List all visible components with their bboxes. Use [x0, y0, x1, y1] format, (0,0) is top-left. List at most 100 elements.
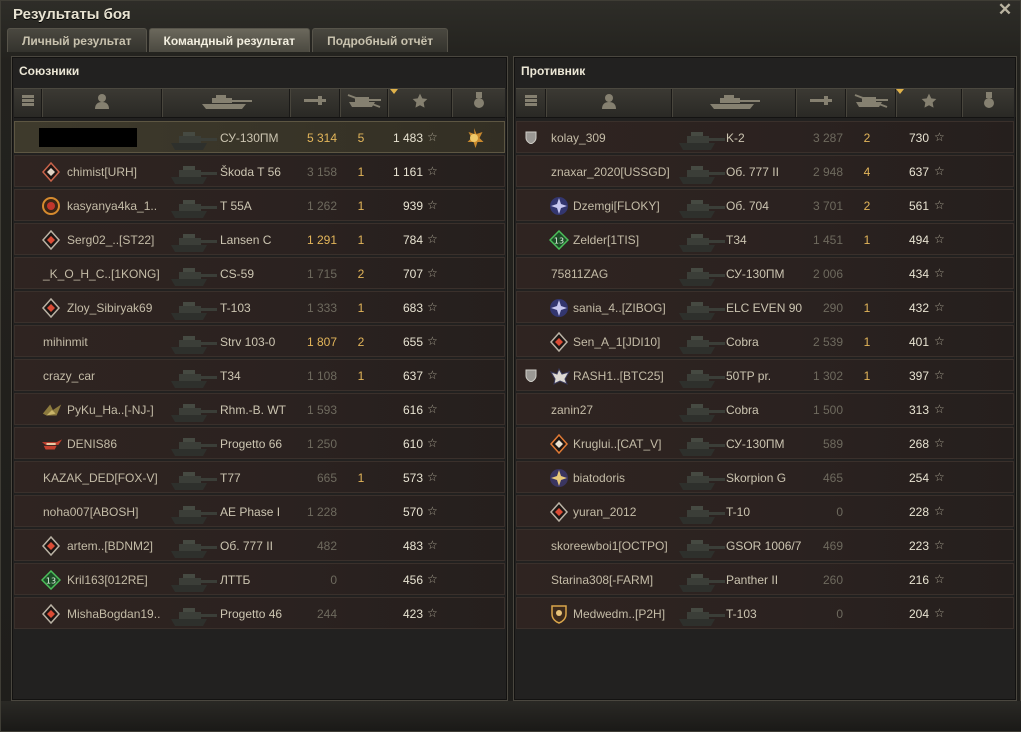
xp-star-icon: ☆ [934, 232, 945, 246]
player-row[interactable]: znaxar_2020[USSGD] Об. 777 II 2 948 4 637 ☆ [516, 155, 1014, 187]
player-row[interactable]: kolay_309 K-2 3 287 2 730 ☆ [516, 121, 1014, 153]
window-title: Результаты боя [13, 6, 131, 23]
player-row[interactable]: Starina308[-FARM] Panther II 260 216 ☆ [516, 563, 1014, 595]
player-row[interactable]: Dzemgi[FLOKY] Об. 704 3 701 2 561 ☆ [516, 189, 1014, 221]
player-name[interactable]: MishaBogdan19.. [67, 607, 160, 621]
xp-value: 313 [908, 403, 929, 417]
xp-value: 683 [402, 301, 423, 315]
player-row[interactable]: 75811ZAG СУ-130ПМ 2 006 434 ☆ [516, 257, 1014, 289]
tank-icon [675, 429, 727, 459]
player-name[interactable]: biatodoris [573, 471, 625, 485]
player-name[interactable]: KAZAK_DED[FOX-V] [43, 471, 158, 485]
player-name[interactable]: sania_4..[ZIBOG] [573, 301, 666, 315]
player-row[interactable]: RASH1..[BTC25] 50TP pr. 1 302 1 397 ☆ [516, 359, 1014, 391]
player-name[interactable]: artem..[BDNM2] [67, 539, 153, 553]
player-name[interactable]: kasyanya4ka_1.. [67, 199, 157, 213]
player-row[interactable]: skoreewboi1[OCTPO] GSOR 1006/7 469 223 ☆ [516, 529, 1014, 561]
player-name[interactable]: Kril163[012RE] [67, 573, 148, 587]
column-header-medal[interactable] [452, 89, 507, 117]
player-row[interactable]: 13 Kril163[012RE] ЛТТБ 0 456 ☆ [14, 563, 505, 595]
player-name[interactable]: Kruglui..[CAT_V] [573, 437, 661, 451]
player-row[interactable]: Sen_A_1[JDI10] Cobra 2 539 1 401 ☆ [516, 325, 1014, 357]
close-icon[interactable]: ✕ [997, 1, 1013, 18]
player-row[interactable]: Serg02_..[ST22] Lansen C 1 291 1 784 ☆ [14, 223, 505, 255]
column-header-damage[interactable] [290, 89, 340, 117]
xp-value: 254 [908, 471, 929, 485]
medal-icon [473, 91, 485, 115]
player-name[interactable]: noha007[ABOSH] [43, 505, 138, 519]
player-name[interactable]: Sen_A_1[JDI10] [573, 335, 660, 349]
platoon-icon [525, 131, 537, 145]
medal-icon[interactable] [463, 127, 485, 149]
player-name[interactable]: Medwedm..[P2H] [573, 607, 665, 621]
player-row[interactable]: Kruglui..[CAT_V] СУ-130ПМ 589 268 ☆ [516, 427, 1014, 459]
column-header-vehicle[interactable] [672, 89, 796, 117]
column-header-player[interactable] [546, 89, 672, 117]
damage-value: 1 302 [812, 369, 843, 383]
player-row[interactable]: MishaBogdan19.. Progetto 46 244 423 ☆ [14, 597, 505, 629]
column-header-player[interactable] [42, 89, 162, 117]
column-header-vehicle[interactable] [162, 89, 290, 117]
player-row[interactable]: sania_4..[ZIBOG] ELC EVEN 90 290 1 432 ☆ [516, 291, 1014, 323]
column-header-kills[interactable] [340, 89, 388, 117]
player-row[interactable]: _K_O_H_C..[1KONG] CS-59 1 715 2 707 ☆ [14, 257, 505, 289]
player-name[interactable]: crazy_car [43, 369, 95, 383]
diamond-white-icon [549, 331, 569, 353]
column-header-damage[interactable] [796, 89, 846, 117]
player-row[interactable]: Medwedm..[P2H] T-103 0 204 ☆ [516, 597, 1014, 629]
player-name[interactable]: Dzemgi[FLOKY] [573, 199, 660, 213]
player-name[interactable]: mihinmit [43, 335, 88, 349]
player-row[interactable]: PyKu_Ha..[-NJ-] Rhm.-B. WT 1 593 616 ☆ [14, 393, 505, 425]
tab-detailed-report[interactable]: Подробный отчёт [312, 28, 449, 52]
redacted-name [39, 128, 137, 147]
player-name[interactable]: skoreewboi1[OCTPO] [551, 539, 668, 553]
column-header-platoon[interactable] [14, 89, 42, 117]
player-name[interactable]: 75811ZAG [551, 267, 608, 281]
tab-team-result[interactable]: Командный результат [148, 28, 311, 52]
player-name[interactable]: Serg02_..[ST22] [67, 233, 154, 247]
player-name[interactable]: chimist[URH] [67, 165, 137, 179]
player-row[interactable]: zanin27 Cobra 1 500 313 ☆ [516, 393, 1014, 425]
player-name[interactable]: RASH1..[BTC25] [573, 369, 664, 383]
player-row[interactable]: yuran_2012 T-10 0 228 ☆ [516, 495, 1014, 527]
kills-value: 2 [863, 199, 871, 213]
sort-indicator-icon [390, 89, 398, 94]
player-row[interactable]: mihinmit Strv 103-0 1 807 2 655 ☆ [14, 325, 505, 357]
kills-value: 1 [357, 301, 365, 315]
column-header-medal[interactable] [962, 89, 1016, 117]
player-row[interactable]: Zloy_Sibiryak69 T-103 1 333 1 683 ☆ [14, 291, 505, 323]
player-name[interactable]: Zelder[1TIS] [573, 233, 639, 247]
damage-value: 1 108 [306, 369, 337, 383]
player-name[interactable]: _K_O_H_C..[1KONG] [43, 267, 160, 281]
medal-icon [983, 91, 995, 115]
tab-personal-result[interactable]: Личный результат [7, 28, 147, 52]
player-row[interactable]: noha007[ABOSH] AE Phase I 1 228 570 ☆ [14, 495, 505, 527]
xp-star-icon: ☆ [427, 606, 438, 620]
column-header-platoon[interactable] [516, 89, 546, 117]
player-name[interactable]: yuran_2012 [573, 505, 636, 519]
player-row[interactable]: artem..[BDNM2] Об. 777 II 482 483 ☆ [14, 529, 505, 561]
player-row[interactable]: DENIS86 Progetto 66 1 250 610 ☆ [14, 427, 505, 459]
platoon-icon [524, 94, 538, 112]
column-header-kills[interactable] [846, 89, 896, 117]
tank-icon [675, 225, 727, 255]
player-name[interactable]: Zloy_Sibiryak69 [67, 301, 152, 315]
column-header-xp-star[interactable] [896, 89, 962, 117]
tank-icon [675, 293, 727, 323]
player-name[interactable]: PyKu_Ha..[-NJ-] [67, 403, 154, 417]
player-name[interactable]: znaxar_2020[USSGD] [551, 165, 670, 179]
player-name[interactable]: zanin27 [551, 403, 593, 417]
xp-star-icon: ☆ [934, 130, 945, 144]
player-name[interactable]: kolay_309 [551, 131, 606, 145]
player-row[interactable]: KAZAK_DED[FOX-V] T77 665 1 573 ☆ [14, 461, 505, 493]
player-row[interactable]: crazy_car T34 1 108 1 637 ☆ [14, 359, 505, 391]
player-row[interactable]: chimist[URH] Škoda T 56 3 158 1 1 161 ☆ [14, 155, 505, 187]
player-name[interactable]: Starina308[-FARM] [551, 573, 653, 587]
player-row[interactable]: kasyanya4ka_1.. T 55A 1 262 1 939 ☆ [14, 189, 505, 221]
player-row[interactable]: biatodoris Skorpion G 465 254 ☆ [516, 461, 1014, 493]
xp-value: 483 [402, 539, 423, 553]
player-row[interactable]: СУ-130ПМ 5 314 5 1 483 ☆ [14, 121, 505, 153]
player-name[interactable]: DENIS86 [67, 437, 117, 451]
ring-icon [41, 196, 61, 216]
player-row[interactable]: 13 Zelder[1TIS] T34 1 451 1 494 ☆ [516, 223, 1014, 255]
